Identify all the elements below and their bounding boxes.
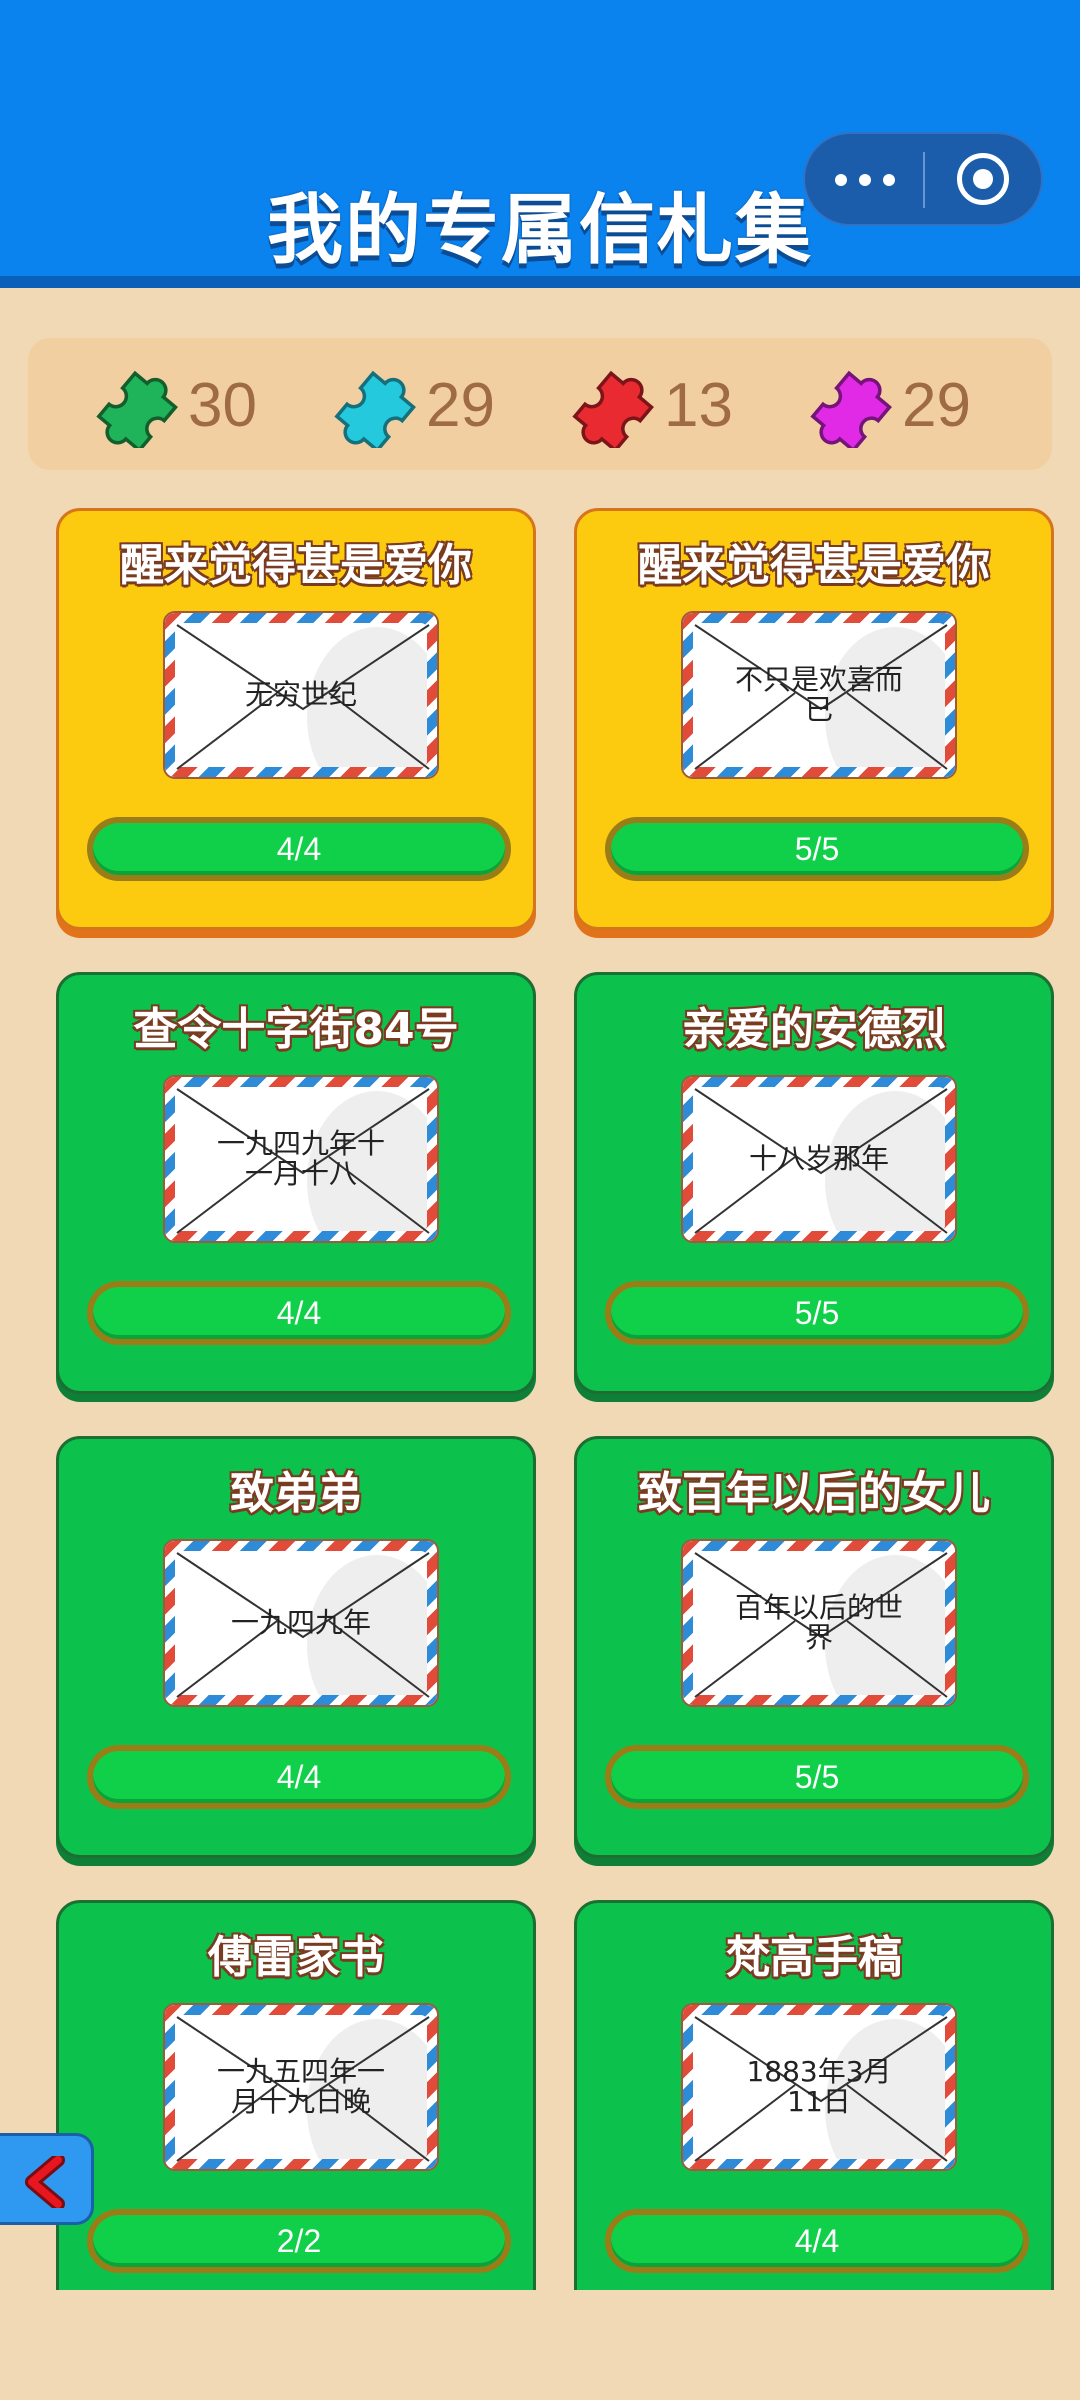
letter-card[interactable]: 醒来觉得甚是爱你 不只是欢喜而已 5/5 [574,508,1054,930]
progress-bar: 4/4 [605,2209,1029,2273]
envelope-icon: 百年以后的世界 [681,1539,957,1707]
progress-bar: 5/5 [605,1281,1029,1345]
card-title: 醒来觉得甚是爱你 [638,540,990,591]
letter-card[interactable]: 致弟弟 一九四九年 4/4 [56,1436,536,1858]
card-title: 梵高手稿 [726,1932,902,1983]
letter-card[interactable]: 醒来觉得甚是爱你 无穷世纪 4/4 [56,508,536,930]
envelope-text: 无穷世纪 [244,678,357,711]
envelope-icon: 不只是欢喜而已 [681,611,957,779]
progress-text: 4/4 [794,2222,840,2259]
card-title: 亲爱的安德烈 [682,1004,946,1055]
progress-text: 5/5 [794,1758,840,1795]
progress-text: 5/5 [794,830,840,867]
progress-bar: 5/5 [605,817,1029,881]
letter-card[interactable]: 致百年以后的女儿 百年以后的世界 5/5 [574,1436,1054,1858]
progress-text: 4/4 [276,1758,322,1795]
letter-card[interactable]: 梵高手稿 1883年3月11日 4/4 [574,1900,1054,2290]
envelope-icon: 无穷世纪 [163,611,439,779]
card-title: 查令十字街84号 [133,1004,459,1055]
envelope-text: 十八岁那年 [748,1142,889,1175]
chevron-left-icon [25,2156,65,2208]
card-title: 致百年以后的女儿 [638,1468,990,1519]
letter-card[interactable]: 亲爱的安德烈 十八岁那年 5/5 [574,972,1054,1394]
envelope-icon: 一九四九年 [163,1539,439,1707]
envelope-icon: 十八岁那年 [681,1075,957,1243]
envelope-icon: 一九五四年一月十九日晚 [163,2003,439,2171]
progress-text: 4/4 [276,1294,322,1331]
progress-bar: 4/4 [87,817,511,881]
envelope-text: 不只是欢喜而已 [734,663,903,726]
card-title: 致弟弟 [230,1468,362,1519]
envelope-icon: 1883年3月11日 [681,2003,957,2171]
card-title: 醒来觉得甚是爱你 [120,540,472,591]
envelope-icon: 一九四九年十一月十八 [163,1075,439,1243]
progress-text: 5/5 [794,1294,840,1331]
letter-grid: 醒来觉得甚是爱你 无穷世纪 4/4 醒来觉得甚是爱你 不只是欢喜而已 5/5 查… [0,0,1080,2290]
letter-card[interactable]: 傅雷家书 一九五四年一月十九日晚 2/2 [56,1900,536,2290]
envelope-text: 一九四九年十一月十八 [216,1127,385,1190]
letter-card[interactable]: 查令十字街84号 一九四九年十一月十八 4/4 [56,972,536,1394]
progress-bar: 2/2 [87,2209,511,2273]
envelope-text: 百年以后的世界 [734,1591,903,1654]
envelope-text: 一九五四年一月十九日晚 [216,2055,385,2118]
progress-bar: 5/5 [605,1745,1029,1809]
progress-text: 4/4 [276,830,322,867]
progress-bar: 4/4 [87,1745,511,1809]
envelope-text: 1883年3月11日 [746,2055,892,2118]
progress-text: 2/2 [276,2222,322,2259]
back-button[interactable] [0,2133,94,2225]
card-title: 傅雷家书 [208,1932,384,1983]
progress-bar: 4/4 [87,1281,511,1345]
envelope-text: 一九四九年 [230,1606,371,1639]
